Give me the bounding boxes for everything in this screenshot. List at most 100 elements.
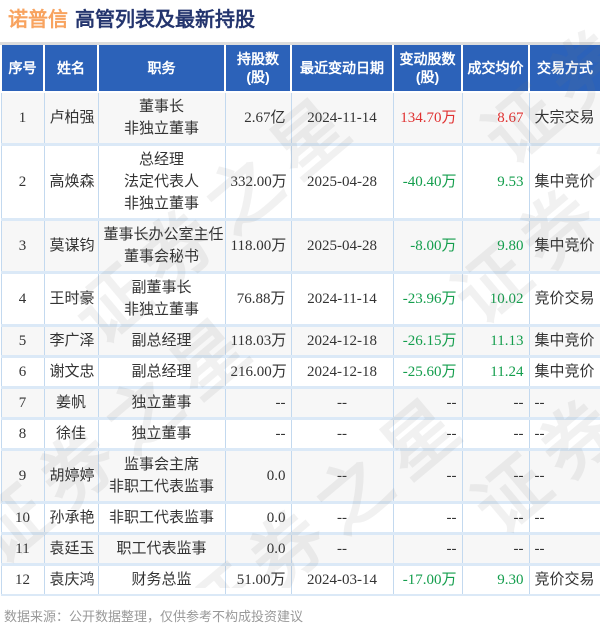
cell-serial: 2 (0, 143, 45, 220)
column-header-avg-price: 成交均价 (461, 42, 530, 93)
position-line: 董事长 (138, 99, 184, 115)
cell-avg-price: 10.02 (461, 271, 530, 326)
cell-last-change-date: 2024-11-14 (290, 92, 394, 145)
column-header-line: 交易方式 (537, 60, 593, 76)
cell-shares: 0.0 (224, 532, 292, 565)
cell-serial: 9 (0, 448, 45, 503)
cell-value: 2024-11-14 (307, 110, 377, 126)
cell-value: 9 (18, 468, 27, 484)
table-row: 12 袁庆鸿 财务总监 51.00万 2024-03-14 -17.00万 9.30 竞价交易 (0, 563, 600, 596)
cell-name: 莫谋钧 (43, 218, 99, 273)
column-header-line: 成交均价 (467, 60, 524, 76)
column-header-serial: 序号 (0, 42, 45, 93)
cell-value: -- (513, 510, 524, 526)
table-row: 9 胡婷婷 监事会主席 非职工代表监事 0.0 -- -- -- -- (0, 448, 600, 503)
table-row: 1 卢柏强 董事长 非独立董事 2.67亿 2024-11-14 134.70万 8.67 大宗… (0, 92, 600, 145)
cell-last-change-date: -- (290, 448, 394, 503)
cell-value: 高焕森 (49, 174, 95, 190)
executives-holdings-table: 序号 姓名 职务 持股数 (股) 最近变动日期 变动股数 (股) 成交均价 交易方式 1 卢柏强 董事… (0, 42, 600, 596)
cell-value: -- (446, 468, 457, 484)
cell-value: 216.00万 (230, 364, 287, 380)
cell-avg-price: 9.53 (461, 143, 530, 220)
cell-changed-shares: -- (392, 386, 463, 419)
cell-trade-method: -- (528, 448, 600, 503)
cell-changed-shares: -- (392, 417, 463, 450)
cell-value: 竞价交易 (534, 572, 595, 588)
cell-changed-shares: -26.15万 (392, 324, 463, 357)
column-header-changed-shares: 变动股数 (股) (392, 42, 463, 93)
cell-value: 5 (18, 333, 27, 349)
cell-value: -- (337, 510, 347, 526)
cell-value: 谢文忠 (49, 364, 95, 380)
position-line: 非职工代表监事 (108, 510, 214, 526)
cell-value: 2024-12-18 (307, 333, 377, 349)
cell-value: -- (534, 510, 545, 526)
cell-changed-shares: -40.40万 (392, 143, 463, 220)
cell-name: 胡婷婷 (43, 448, 99, 503)
cell-value: 1 (18, 110, 27, 126)
cell-serial: 4 (0, 271, 45, 326)
column-header-line: 最近变动日期 (300, 60, 384, 76)
cell-value: 9.30 (497, 572, 524, 588)
cell-shares: 118.00万 (224, 218, 292, 273)
cell-value: 8 (18, 426, 27, 442)
cell-value: -- (275, 426, 286, 442)
table-header: 序号 姓名 职务 持股数 (股) 最近变动日期 变动股数 (股) 成交均价 交易方式 (0, 42, 600, 93)
cell-value: 0.0 (266, 541, 286, 557)
cell-value: 2024-11-14 (307, 291, 377, 307)
cell-last-change-date: 2024-12-18 (290, 324, 394, 357)
cell-serial: 7 (0, 386, 45, 419)
cell-value: 0.0 (266, 510, 286, 526)
cell-value: 10 (15, 510, 30, 526)
position-line: 董事长办公室主任 (103, 227, 224, 243)
cell-shares: 0.0 (224, 448, 292, 503)
cell-trade-method: 集中竞价 (528, 143, 600, 220)
cell-shares: 216.00万 (224, 355, 292, 388)
cell-name: 孙承艳 (43, 501, 99, 534)
cell-value: 胡婷婷 (49, 468, 95, 484)
cell-value: -17.00万 (402, 572, 457, 588)
cell-avg-price: -- (461, 386, 530, 419)
cell-name: 谢文忠 (43, 355, 99, 388)
cell-serial: 11 (0, 532, 45, 565)
cell-serial: 12 (0, 563, 45, 596)
cell-position: 独立董事 (97, 386, 226, 419)
cell-position: 总经理 法定代表人 非独立董事 (97, 143, 226, 220)
cell-last-change-date: -- (290, 417, 394, 450)
cell-position: 非职工代表监事 (97, 501, 226, 534)
stock-name: 诺普信 (8, 9, 68, 31)
position-line: 独立董事 (131, 395, 192, 411)
cell-last-change-date: 2024-03-14 (290, 563, 394, 596)
cell-serial: 1 (0, 92, 45, 145)
cell-trade-method: 集中竞价 (528, 324, 600, 357)
cell-value: 134.70万 (400, 110, 457, 126)
cell-changed-shares: -8.00万 (392, 218, 463, 273)
table-body: 1 卢柏强 董事长 非独立董事 2.67亿 2024-11-14 134.70万 8.67 大宗… (0, 92, 600, 596)
cell-value: -- (534, 395, 545, 411)
cell-avg-price: -- (461, 532, 530, 565)
cell-value: -- (337, 468, 347, 484)
cell-value: -- (534, 468, 545, 484)
column-header-line: 变动股数 (399, 51, 456, 67)
cell-value: -- (446, 395, 457, 411)
cell-avg-price: -- (461, 417, 530, 450)
cell-shares: -- (224, 386, 292, 419)
cell-value: 集中竞价 (534, 238, 595, 254)
table-row: 8 徐佳 独立董事 -- -- -- -- -- (0, 417, 600, 450)
cell-avg-price: 9.30 (461, 563, 530, 596)
cell-value: -26.15万 (402, 333, 457, 349)
cell-value: -23.96万 (402, 291, 457, 307)
cell-avg-price: 9.80 (461, 218, 530, 273)
cell-value: 王时豪 (49, 291, 95, 307)
cell-value: 大宗交易 (534, 110, 595, 126)
cell-value: 6 (18, 364, 27, 380)
position-line: 非职工代表监事 (108, 479, 214, 495)
position-line: 总经理 (138, 152, 184, 168)
cell-shares: 0.0 (224, 501, 292, 534)
cell-avg-price: -- (461, 448, 530, 503)
cell-avg-price: 8.67 (461, 92, 530, 145)
cell-value: 李广泽 (49, 333, 95, 349)
cell-trade-method: 竞价交易 (528, 563, 600, 596)
cell-value: -- (513, 395, 524, 411)
column-header-shares: 持股数 (股) (224, 42, 292, 93)
